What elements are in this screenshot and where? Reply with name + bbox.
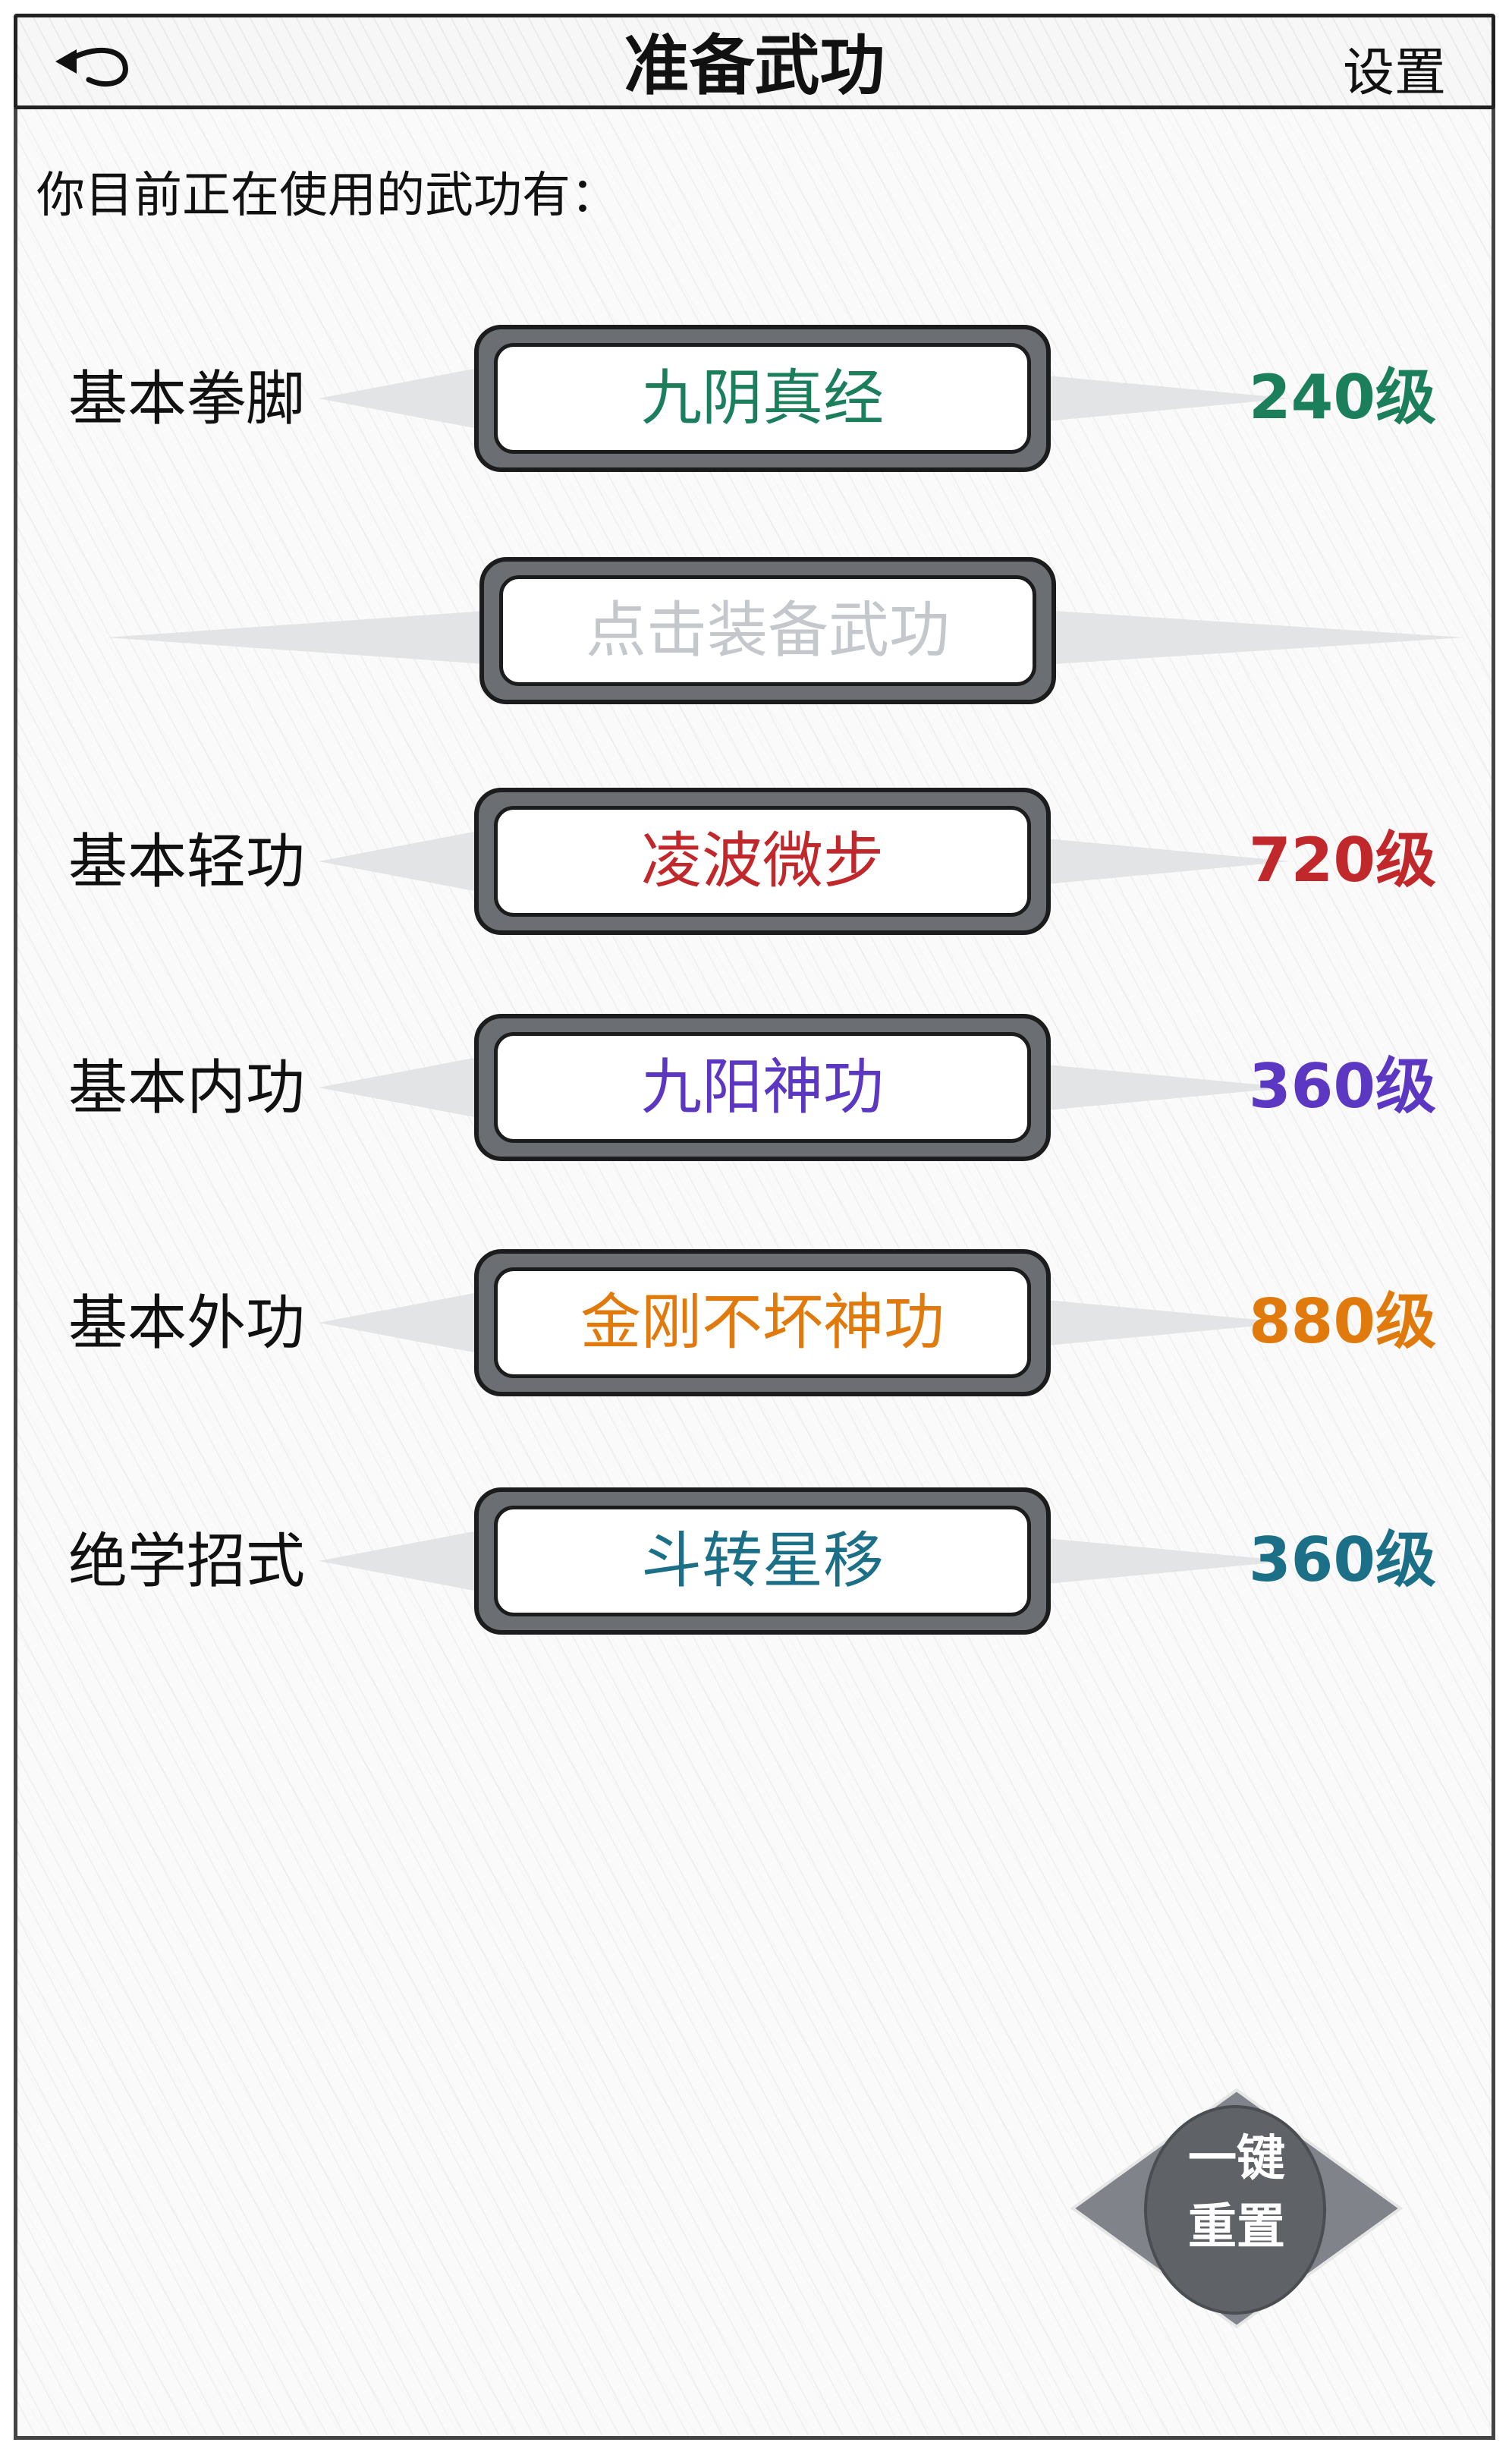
skill-slot-button[interactable]: 凌波微步 — [474, 788, 1051, 935]
row-category-label: 绝学招式 — [68, 1528, 306, 1596]
skill-slot-button[interactable]: 九阴真经 — [474, 325, 1051, 472]
reset-label-line2: 重置 — [1188, 2199, 1285, 2255]
skill-row: 基本外功 金刚不坏神功 880级 — [0, 1235, 1512, 1410]
skill-level: 360级 — [1249, 1051, 1436, 1122]
intro-text: 你目前正在使用的武功有： — [36, 168, 619, 224]
equip-skill-slot-button[interactable]: 点击装备武功 — [479, 557, 1056, 704]
skill-name: 九阳神功 — [494, 1032, 1031, 1143]
skill-name: 九阴真经 — [494, 343, 1031, 454]
skill-level: 240级 — [1249, 362, 1436, 433]
skill-slot-button[interactable]: 九阳神功 — [474, 1014, 1051, 1161]
skill-slot-button[interactable]: 斗转星移 — [474, 1487, 1051, 1635]
skill-slot-button[interactable]: 金刚不坏神功 — [474, 1249, 1051, 1396]
skill-row: 绝学招式 斗转星移 360级 — [0, 1474, 1512, 1648]
equip-skill-placeholder: 点击装备武功 — [499, 575, 1036, 686]
reset-label-line1: 一键 — [1188, 2131, 1285, 2187]
skill-name: 凌波微步 — [494, 806, 1031, 917]
settings-button[interactable]: 设置 — [1343, 43, 1446, 104]
skill-level: 360级 — [1249, 1525, 1436, 1595]
row-category-label: 基本内功 — [68, 1054, 306, 1122]
row-category-label: 基本拳脚 — [68, 365, 306, 433]
skill-row: 点击装备武功 — [0, 546, 1512, 721]
title-bar: 准备武功 设置 — [14, 14, 1495, 109]
row-category-label: 基本轻功 — [68, 828, 306, 896]
skill-row: 基本拳脚 九阴真经 240级 — [0, 311, 1512, 486]
reset-all-label: 一键 重置 — [1157, 2125, 1316, 2261]
skill-row: 基本内功 九阳神功 360级 — [0, 1000, 1512, 1175]
skill-name: 金刚不坏神功 — [494, 1267, 1031, 1378]
skill-row: 基本轻功 凌波微步 720级 — [0, 774, 1512, 949]
page-title: 准备武功 — [624, 28, 885, 104]
row-category-label: 基本外功 — [68, 1289, 306, 1358]
skill-name: 斗转星移 — [494, 1506, 1031, 1616]
skill-level: 720级 — [1249, 825, 1436, 895]
skill-level: 880级 — [1249, 1286, 1436, 1357]
